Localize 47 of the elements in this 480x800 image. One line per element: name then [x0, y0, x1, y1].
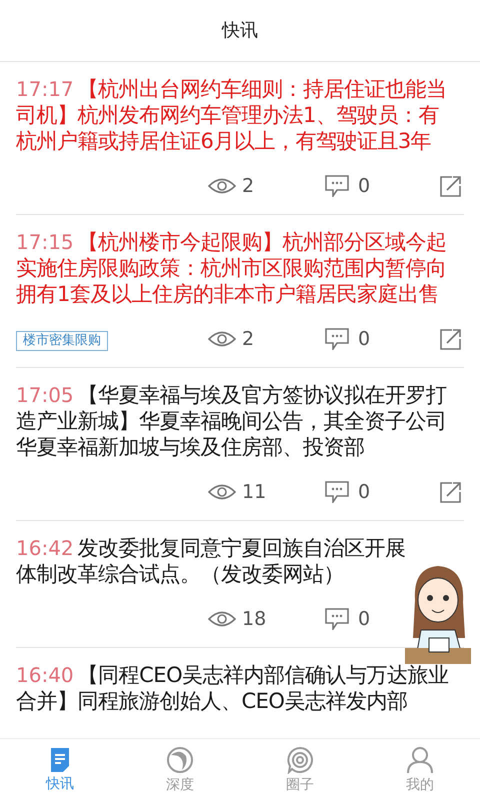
- comment-count: 0: [358, 480, 370, 505]
- eye-icon: [208, 177, 236, 195]
- share-icon[interactable]: [440, 175, 462, 197]
- comment-count: 0: [358, 326, 370, 352]
- news-text[interactable]: 杭州户籍或持居住证6月以上，有驾驶证且3年: [16, 128, 432, 154]
- eye-icon: [208, 483, 236, 501]
- comment-count: 0: [358, 174, 370, 199]
- topic-tag[interactable]: 楼市密集限购: [16, 331, 108, 351]
- person-icon: [406, 746, 434, 774]
- nav-tab[interactable]: 圈子: [240, 739, 360, 800]
- page-title: 快讯: [222, 19, 258, 43]
- view-count: 18: [242, 606, 266, 632]
- news-time: 17:17: [16, 76, 74, 102]
- news-text[interactable]: 拥有1套及以上住房的非本市户籍居民家庭出售: [16, 281, 439, 307]
- eye-icon: [208, 330, 236, 348]
- nav-tab[interactable]: 深度: [120, 739, 240, 800]
- share-icon[interactable]: [440, 328, 462, 350]
- view-count: 2: [242, 174, 254, 199]
- comment-icon: [325, 608, 349, 630]
- view-count: 2: [242, 326, 254, 352]
- comment-icon: [325, 481, 349, 503]
- document-icon: [49, 746, 71, 772]
- nav-tab[interactable]: 我的: [360, 739, 480, 800]
- news-text[interactable]: 司机】杭州发布网约车管理办法1、驾驶员：有: [16, 102, 439, 128]
- news-text[interactable]: 【杭州出台网约车细则：持居住证也能当: [78, 76, 447, 102]
- swirl-circle-icon: [166, 746, 194, 774]
- news-time: 16:42: [16, 535, 74, 561]
- news-text[interactable]: 【同程CEO吴志祥内部信确认与万达旅业: [78, 662, 449, 688]
- nav-tab[interactable]: 快讯: [0, 739, 120, 800]
- view-count: 11: [242, 480, 266, 505]
- news-text[interactable]: 实施住房限购政策：杭州市区限购范围内暂停向: [16, 255, 446, 281]
- news-text[interactable]: 发改委批复同意宁夏回族自治区开展: [78, 535, 406, 561]
- news-time: 16:40: [16, 662, 74, 688]
- news-text[interactable]: 华夏幸福新加坡与埃及住房部、投资部: [16, 434, 364, 460]
- news-time: 17:05: [16, 382, 74, 408]
- comment-icon: [325, 328, 349, 350]
- target-bubble-icon: [286, 746, 314, 774]
- share-icon[interactable]: [440, 481, 462, 503]
- news-text[interactable]: 造产业新城】华夏幸福晚间公告，其全资子公司: [16, 408, 446, 434]
- eye-icon: [208, 610, 236, 628]
- news-time: 17:15: [16, 229, 74, 255]
- news-text[interactable]: 体制改革综合试点。（发改委网站）: [16, 561, 344, 587]
- news-text[interactable]: 【杭州楼市今起限购】杭州部分区域今起: [78, 229, 447, 255]
- comment-icon: [325, 175, 349, 197]
- news-text[interactable]: 合并】同程旅游创始人、CEO吴志祥发内部: [16, 688, 408, 714]
- news-text[interactable]: 【华夏幸福与埃及官方签协议拟在开罗打: [78, 382, 447, 408]
- comment-count: 0: [358, 606, 370, 632]
